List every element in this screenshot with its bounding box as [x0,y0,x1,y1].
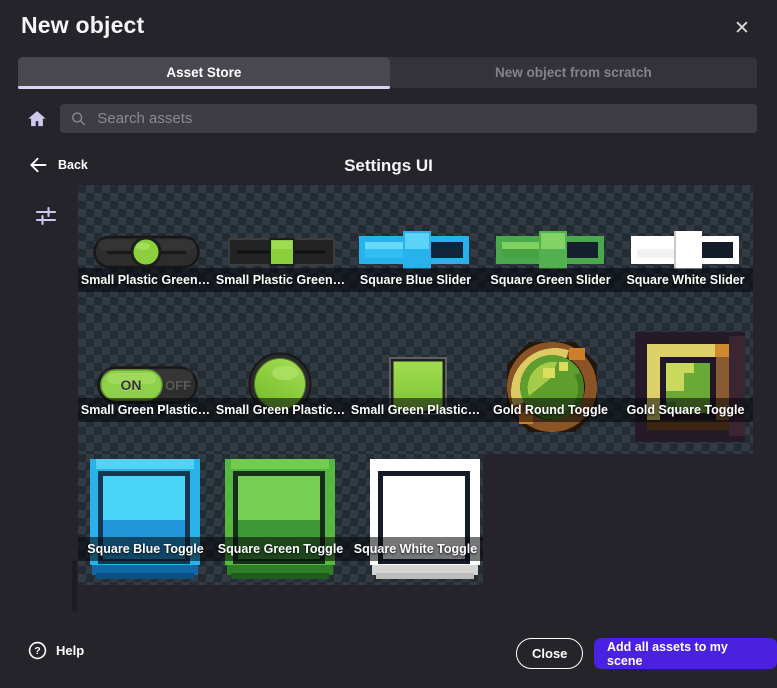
square-blue-slider-image [359,231,471,269]
asset-tile-gold-round-toggle[interactable]: Gold Round Toggle [483,315,618,454]
asset-caption: Small Plastic Green… [213,268,348,292]
active-tab-underline [18,86,390,89]
asset-tile-square-blue-slider[interactable]: Square Blue Slider [348,185,483,315]
help-label: Help [56,643,84,658]
scrollbar-thumb[interactable] [72,560,77,612]
tab-bar: Asset Store New object from scratch [18,57,757,88]
add-all-assets-label: Add all assets to my scene [607,640,764,668]
tab-scratch-label: New object from scratch [495,65,652,80]
filter-button[interactable] [32,202,60,230]
asset-caption: Small Green Plastic… [348,398,483,422]
close-icon[interactable]: ✕ [728,14,756,42]
toggle-off-text: OFF [165,378,191,393]
add-all-assets-button[interactable]: Add all assets to my scene [594,638,777,669]
search-input[interactable] [95,109,747,128]
square-plastic-slider-image [228,238,335,266]
svg-text:?: ? [34,646,40,657]
square-white-toggle-image [370,459,480,579]
asset-caption: Square Blue Slider [348,268,483,292]
gold-square-toggle-image [635,332,745,442]
asset-caption: Small Green Plastic… [78,398,213,422]
asset-caption: Gold Square Toggle [618,398,753,422]
home-icon [27,109,47,129]
asset-tile-gold-square-toggle[interactable]: Gold Square Toggle [618,315,753,454]
asset-caption: Square Blue Toggle [78,537,213,561]
asset-tile-square-green-slider[interactable]: Square Green Slider [483,185,618,315]
asset-caption: Square Green Slider [483,268,618,292]
help-icon: ? [28,641,47,660]
square-white-slider-image [631,231,741,269]
asset-tile-small-green-plastic-round-button[interactable]: Small Green Plastic… [213,315,348,454]
asset-row-3: Square Blue Toggle Square Green Toggle [78,454,483,585]
search-icon [70,110,86,127]
square-green-toggle-image [225,459,335,579]
asset-tile-square-white-slider[interactable]: Square White Slider [618,185,753,315]
section-title: Settings UI [0,156,777,176]
home-button[interactable] [22,104,52,133]
asset-tile-square-white-toggle[interactable]: Square White Toggle [348,454,483,585]
asset-caption: Square Green Toggle [213,537,348,561]
asset-caption: Small Plastic Green… [78,268,213,292]
asset-caption: Square White Toggle [348,537,483,561]
tab-asset-store[interactable]: Asset Store [18,57,390,88]
asset-tile-small-green-plastic-on-off[interactable]: ON ON OFF Small Green Plastic… [78,315,213,454]
tab-asset-store-label: Asset Store [166,65,241,80]
asset-caption: Gold Round Toggle [483,398,618,422]
asset-caption: Square White Slider [618,268,753,292]
filter-tune-icon [34,204,58,228]
help-button[interactable]: ? Help [28,641,84,660]
square-green-slider-image [496,231,606,269]
square-blue-toggle-image [90,459,200,579]
new-object-dialog: New object ✕ Asset Store New object from… [0,0,777,688]
search-bar [60,104,757,133]
asset-tile-square-blue-toggle[interactable]: Square Blue Toggle [78,454,213,585]
asset-caption: Small Green Plastic… [213,398,348,422]
round-plastic-slider-image [93,235,200,269]
asset-tile-small-green-plastic-square-button[interactable]: Small Green Plastic… [348,315,483,454]
asset-row-2: ON ON OFF Small Green Plastic… Small Gre… [78,315,753,454]
dialog-title: New object [21,12,144,39]
asset-tile-small-plastic-green-square-slider[interactable]: Small Plastic Green… [213,185,348,315]
close-button[interactable]: Close [516,638,583,669]
close-button-label: Close [532,646,567,661]
gold-round-toggle-image [499,334,605,440]
tab-new-object-from-scratch[interactable]: New object from scratch [390,57,757,88]
asset-row-1: Small Plastic Green… Small Plastic Green… [78,185,753,315]
asset-tile-square-green-toggle[interactable]: Square Green Toggle [213,454,348,585]
asset-tile-small-plastic-green-round-slider[interactable]: Small Plastic Green… [78,185,213,315]
toggle-on-text: ON [121,377,142,393]
